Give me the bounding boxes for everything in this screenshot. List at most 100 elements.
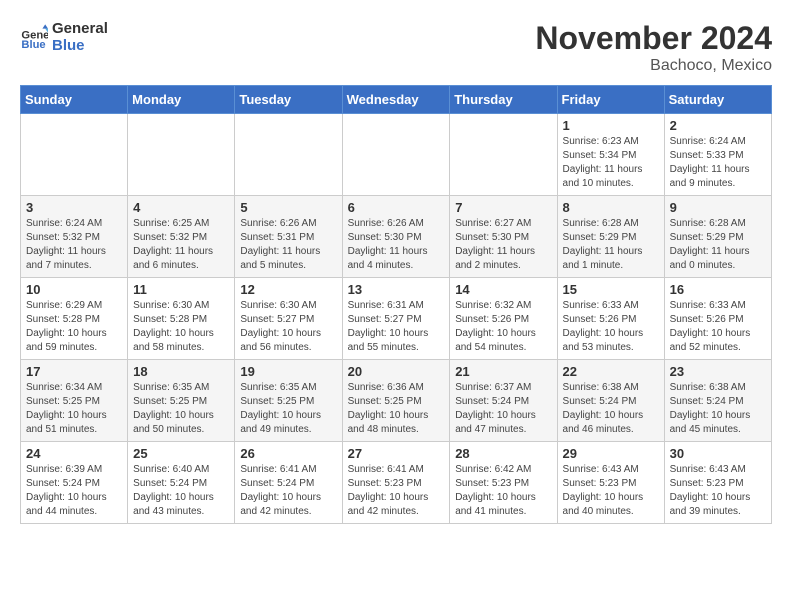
calendar-cell: 28 Sunrise: 6:42 AM Sunset: 5:23 PM Dayli…	[450, 442, 557, 524]
calendar-cell: 3 Sunrise: 6:24 AM Sunset: 5:32 PM Daylig…	[21, 196, 128, 278]
calendar-cell: 9 Sunrise: 6:28 AM Sunset: 5:29 PM Daylig…	[664, 196, 771, 278]
calendar-cell: 14 Sunrise: 6:32 AM Sunset: 5:26 PM Dayli…	[450, 278, 557, 360]
day-number: 10	[26, 282, 122, 297]
day-number: 3	[26, 200, 122, 215]
calendar-cell: 25 Sunrise: 6:40 AM Sunset: 5:24 PM Dayli…	[128, 442, 235, 524]
calendar-cell: 2 Sunrise: 6:24 AM Sunset: 5:33 PM Daylig…	[664, 114, 771, 196]
calendar-cell: 10 Sunrise: 6:29 AM Sunset: 5:28 PM Dayli…	[21, 278, 128, 360]
logo-icon: General Blue	[20, 23, 48, 51]
day-info: Sunrise: 6:28 AM Sunset: 5:29 PM Dayligh…	[563, 217, 659, 273]
day-info: Sunrise: 6:28 AM Sunset: 5:29 PM Dayligh…	[670, 217, 766, 273]
day-number: 15	[563, 282, 659, 297]
day-info: Sunrise: 6:38 AM Sunset: 5:24 PM Dayligh…	[563, 381, 659, 437]
day-info: Sunrise: 6:25 AM Sunset: 5:32 PM Dayligh…	[133, 217, 229, 273]
day-number: 1	[563, 118, 659, 133]
day-info: Sunrise: 6:36 AM Sunset: 5:25 PM Dayligh…	[348, 381, 445, 437]
day-info: Sunrise: 6:32 AM Sunset: 5:26 PM Dayligh…	[455, 299, 551, 355]
calendar-week-row: 10 Sunrise: 6:29 AM Sunset: 5:28 PM Dayli…	[21, 278, 772, 360]
calendar-cell: 24 Sunrise: 6:39 AM Sunset: 5:24 PM Dayli…	[21, 442, 128, 524]
day-number: 12	[240, 282, 336, 297]
day-info: Sunrise: 6:23 AM Sunset: 5:34 PM Dayligh…	[563, 135, 659, 191]
calendar-cell	[342, 114, 450, 196]
day-number: 26	[240, 446, 336, 461]
day-info: Sunrise: 6:37 AM Sunset: 5:24 PM Dayligh…	[455, 381, 551, 437]
day-number: 24	[26, 446, 122, 461]
day-number: 14	[455, 282, 551, 297]
day-number: 22	[563, 364, 659, 379]
day-info: Sunrise: 6:38 AM Sunset: 5:24 PM Dayligh…	[670, 381, 766, 437]
day-info: Sunrise: 6:39 AM Sunset: 5:24 PM Dayligh…	[26, 463, 122, 519]
calendar-cell: 11 Sunrise: 6:30 AM Sunset: 5:28 PM Dayli…	[128, 278, 235, 360]
calendar-cell: 8 Sunrise: 6:28 AM Sunset: 5:29 PM Daylig…	[557, 196, 664, 278]
day-number: 20	[348, 364, 445, 379]
day-info: Sunrise: 6:24 AM Sunset: 5:33 PM Dayligh…	[670, 135, 766, 191]
calendar-cell: 5 Sunrise: 6:26 AM Sunset: 5:31 PM Daylig…	[235, 196, 342, 278]
calendar-cell	[21, 114, 128, 196]
calendar-cell: 26 Sunrise: 6:41 AM Sunset: 5:24 PM Dayli…	[235, 442, 342, 524]
day-info: Sunrise: 6:30 AM Sunset: 5:28 PM Dayligh…	[133, 299, 229, 355]
day-info: Sunrise: 6:33 AM Sunset: 5:26 PM Dayligh…	[670, 299, 766, 355]
day-number: 2	[670, 118, 766, 133]
weekday-header: Tuesday	[235, 86, 342, 114]
calendar-cell: 20 Sunrise: 6:36 AM Sunset: 5:25 PM Dayli…	[342, 360, 450, 442]
day-info: Sunrise: 6:41 AM Sunset: 5:24 PM Dayligh…	[240, 463, 336, 519]
day-number: 8	[563, 200, 659, 215]
day-info: Sunrise: 6:41 AM Sunset: 5:23 PM Dayligh…	[348, 463, 445, 519]
calendar-week-row: 24 Sunrise: 6:39 AM Sunset: 5:24 PM Dayli…	[21, 442, 772, 524]
day-number: 29	[563, 446, 659, 461]
day-number: 25	[133, 446, 229, 461]
day-info: Sunrise: 6:43 AM Sunset: 5:23 PM Dayligh…	[563, 463, 659, 519]
logo-blue: Blue	[52, 37, 108, 54]
calendar-cell: 16Sunrise: 6:33 AM Sunset: 5:26 PM Dayli…	[664, 278, 771, 360]
day-info: Sunrise: 6:42 AM Sunset: 5:23 PM Dayligh…	[455, 463, 551, 519]
calendar-header-row: SundayMondayTuesdayWednesdayThursdayFrid…	[21, 86, 772, 114]
day-info: Sunrise: 6:35 AM Sunset: 5:25 PM Dayligh…	[240, 381, 336, 437]
logo: General Blue General Blue	[20, 20, 108, 54]
location: Bachoco, Mexico	[535, 57, 772, 75]
calendar-week-row: 1 Sunrise: 6:23 AM Sunset: 5:34 PM Daylig…	[21, 114, 772, 196]
day-number: 23	[670, 364, 766, 379]
day-info: Sunrise: 6:29 AM Sunset: 5:28 PM Dayligh…	[26, 299, 122, 355]
calendar-cell: 21 Sunrise: 6:37 AM Sunset: 5:24 PM Dayli…	[450, 360, 557, 442]
title-block: November 2024 Bachoco, Mexico	[535, 20, 772, 75]
day-info: Sunrise: 6:24 AM Sunset: 5:32 PM Dayligh…	[26, 217, 122, 273]
weekday-header: Wednesday	[342, 86, 450, 114]
svg-text:Blue: Blue	[21, 39, 45, 51]
calendar-cell: 22 Sunrise: 6:38 AM Sunset: 5:24 PM Dayli…	[557, 360, 664, 442]
day-info: Sunrise: 6:34 AM Sunset: 5:25 PM Dayligh…	[26, 381, 122, 437]
day-number: 13	[348, 282, 445, 297]
calendar-cell: 6 Sunrise: 6:26 AM Sunset: 5:30 PM Daylig…	[342, 196, 450, 278]
day-number: 9	[670, 200, 766, 215]
day-info: Sunrise: 6:31 AM Sunset: 5:27 PM Dayligh…	[348, 299, 445, 355]
weekday-header: Sunday	[21, 86, 128, 114]
calendar-cell: 12Sunrise: 6:30 AM Sunset: 5:27 PM Dayli…	[235, 278, 342, 360]
calendar-cell	[450, 114, 557, 196]
calendar-cell: 23 Sunrise: 6:38 AM Sunset: 5:24 PM Dayli…	[664, 360, 771, 442]
calendar-cell: 4Sunrise: 6:25 AM Sunset: 5:32 PM Daylig…	[128, 196, 235, 278]
day-number: 11	[133, 282, 229, 297]
day-number: 28	[455, 446, 551, 461]
day-info: Sunrise: 6:40 AM Sunset: 5:24 PM Dayligh…	[133, 463, 229, 519]
weekday-header: Friday	[557, 86, 664, 114]
day-number: 30	[670, 446, 766, 461]
day-info: Sunrise: 6:33 AM Sunset: 5:26 PM Dayligh…	[563, 299, 659, 355]
weekday-header: Thursday	[450, 86, 557, 114]
calendar-cell: 30Sunrise: 6:43 AM Sunset: 5:23 PM Dayli…	[664, 442, 771, 524]
calendar-week-row: 17Sunrise: 6:34 AM Sunset: 5:25 PM Dayli…	[21, 360, 772, 442]
calendar-cell: 27 Sunrise: 6:41 AM Sunset: 5:23 PM Dayli…	[342, 442, 450, 524]
day-number: 19	[240, 364, 336, 379]
day-number: 27	[348, 446, 445, 461]
calendar-cell: 18Sunrise: 6:35 AM Sunset: 5:25 PM Dayli…	[128, 360, 235, 442]
weekday-header: Monday	[128, 86, 235, 114]
day-number: 5	[240, 200, 336, 215]
calendar-cell	[235, 114, 342, 196]
day-info: Sunrise: 6:26 AM Sunset: 5:31 PM Dayligh…	[240, 217, 336, 273]
calendar-cell: 29 Sunrise: 6:43 AM Sunset: 5:23 PM Dayli…	[557, 442, 664, 524]
calendar-table: SundayMondayTuesdayWednesdayThursdayFrid…	[20, 85, 772, 524]
day-info: Sunrise: 6:26 AM Sunset: 5:30 PM Dayligh…	[348, 217, 445, 273]
day-number: 21	[455, 364, 551, 379]
day-info: Sunrise: 6:35 AM Sunset: 5:25 PM Dayligh…	[133, 381, 229, 437]
page-header: General Blue General Blue November 2024 …	[20, 20, 772, 75]
day-number: 6	[348, 200, 445, 215]
calendar-cell: 15 Sunrise: 6:33 AM Sunset: 5:26 PM Dayli…	[557, 278, 664, 360]
